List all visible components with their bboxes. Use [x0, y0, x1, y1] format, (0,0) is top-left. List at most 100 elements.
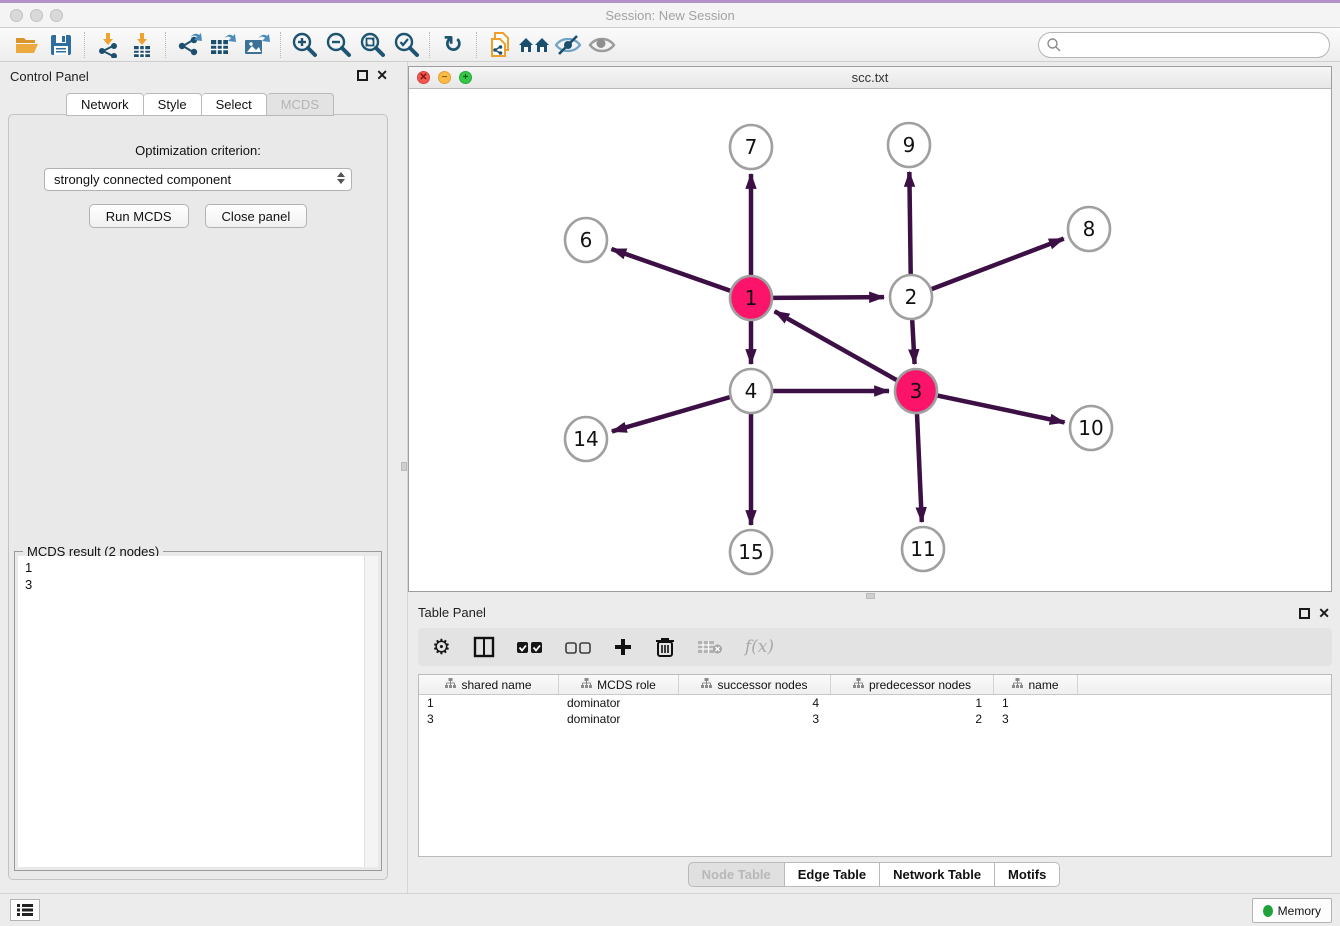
graph-edge-2-8[interactable] — [932, 239, 1064, 290]
close-panel-icon[interactable]: ✕ — [376, 67, 388, 84]
select-all-columns-icon[interactable] — [517, 634, 543, 660]
memory-button[interactable]: Memory — [1252, 898, 1332, 923]
table-cell[interactable]: 2 — [831, 711, 994, 727]
close-panel-button[interactable]: Close panel — [205, 204, 308, 228]
graph-node-9[interactable]: 9 — [888, 123, 930, 167]
table-row[interactable]: 1dominator411 — [419, 695, 1331, 711]
float-panel-icon[interactable] — [357, 70, 368, 81]
graph-edge-3-11[interactable] — [917, 413, 922, 522]
select-stepper-icon — [337, 172, 345, 184]
control-panel: Control Panel ✕ NetworkStyleSelectMCDS O… — [0, 62, 400, 893]
zoom-in-icon[interactable] — [287, 31, 321, 59]
table-cell[interactable]: 3 — [679, 711, 831, 727]
graph-edge-2-3[interactable] — [912, 319, 914, 364]
result-scrollbar[interactable] — [364, 556, 378, 867]
graph-node-4[interactable]: 4 — [730, 369, 772, 413]
column-header-name[interactable]: name — [994, 675, 1078, 694]
import-table-icon[interactable] — [125, 31, 159, 59]
zoom-fit-icon[interactable] — [355, 31, 389, 59]
table-cell[interactable]: 4 — [679, 695, 831, 711]
optimization-criterion-value: strongly connected component — [54, 172, 231, 187]
column-header-MCDS-role[interactable]: MCDS role — [559, 675, 679, 694]
zoom-selected-icon[interactable] — [389, 31, 423, 59]
svg-text:7: 7 — [745, 135, 758, 159]
refresh-view-icon[interactable]: ↻ — [436, 31, 470, 59]
deselect-all-columns-icon[interactable] — [565, 634, 591, 660]
flat-hierarchy-icon — [1012, 678, 1023, 692]
task-history-button[interactable] — [10, 899, 40, 921]
add-column-icon[interactable] — [613, 634, 633, 660]
tab-mcds[interactable]: MCDS — [267, 93, 334, 116]
graph-node-6[interactable]: 6 — [565, 218, 607, 262]
flat-hierarchy-icon — [581, 678, 592, 692]
tab-network-table[interactable]: Network Table — [880, 862, 995, 887]
graph-node-8[interactable]: 8 — [1068, 207, 1110, 251]
graph-edge-1-6[interactable] — [611, 249, 730, 291]
column-header-shared-name[interactable]: shared name — [419, 675, 559, 694]
graph-node-3[interactable]: 3 — [895, 369, 937, 413]
svg-text:15: 15 — [738, 540, 763, 564]
save-icon[interactable] — [44, 31, 78, 59]
table-cell[interactable]: 3 — [419, 711, 559, 727]
table-cell[interactable]: 3 — [994, 711, 1078, 727]
graph-edge-1-2[interactable] — [773, 297, 884, 298]
export-table-icon[interactable] — [206, 31, 240, 59]
svg-text:1: 1 — [745, 286, 758, 310]
tab-edge-table[interactable]: Edge Table — [785, 862, 880, 887]
column-header-predecessor-nodes[interactable]: predecessor nodes — [831, 675, 994, 694]
float-table-panel-icon[interactable] — [1299, 608, 1310, 619]
table-cell[interactable]: dominator — [559, 695, 679, 711]
network-view-window: ✕ − + scc.txt 1 2 3 4 6 7 8 9 10 11 — [408, 66, 1332, 592]
graph-node-10[interactable]: 10 — [1070, 406, 1112, 450]
graph-edge-3-10[interactable] — [938, 396, 1065, 423]
graph-node-11[interactable]: 11 — [902, 527, 944, 571]
column-header-successor-nodes[interactable]: successor nodes — [679, 675, 831, 694]
graph-edge-3-1[interactable] — [775, 311, 897, 380]
table-row[interactable]: 3dominator323 — [419, 711, 1331, 727]
delete-column-trash-icon[interactable] — [655, 634, 675, 660]
new-network-from-selection-icon[interactable] — [483, 31, 517, 59]
graph-edge-2-9[interactable] — [909, 172, 910, 275]
import-network-icon[interactable] — [91, 31, 125, 59]
table-options-gear-icon[interactable]: ⚙ — [432, 634, 451, 660]
export-network-icon[interactable] — [172, 31, 206, 59]
mcds-result-text[interactable]: 1 3 — [18, 556, 364, 867]
panel-splitter[interactable] — [400, 62, 408, 893]
split-columns-icon[interactable] — [473, 634, 495, 660]
show-all-eye-icon[interactable] — [585, 31, 619, 59]
zoom-out-icon[interactable] — [321, 31, 355, 59]
table-cell[interactable]: 1 — [419, 695, 559, 711]
network-canvas[interactable]: 1 2 3 4 6 7 8 9 10 11 14 15 — [409, 89, 1331, 591]
graph-node-15[interactable]: 15 — [730, 530, 772, 574]
tab-node-table[interactable]: Node Table — [688, 862, 785, 887]
svg-text:2: 2 — [905, 285, 918, 309]
table-cell[interactable]: 1 — [994, 695, 1078, 711]
search-input[interactable] — [1062, 35, 1329, 55]
table-cell[interactable]: dominator — [559, 711, 679, 727]
graph-node-1[interactable]: 1 — [730, 276, 772, 320]
network-window-titlebar[interactable]: ✕ − + scc.txt — [409, 67, 1331, 89]
tab-motifs[interactable]: Motifs — [995, 862, 1060, 887]
tab-network[interactable]: Network — [66, 93, 144, 116]
table-splitter-handle[interactable] — [866, 593, 875, 599]
optimization-criterion-select[interactable]: strongly connected component — [44, 168, 352, 191]
home-layout-icon[interactable] — [517, 31, 551, 59]
export-image-icon[interactable] — [240, 31, 274, 59]
hide-selected-eye-icon[interactable] — [551, 31, 585, 59]
graph-node-7[interactable]: 7 — [730, 125, 772, 169]
search-box[interactable] — [1038, 32, 1330, 58]
panel-splitter-handle[interactable] — [401, 462, 407, 471]
optimization-criterion-label: Optimization criterion: — [9, 143, 387, 158]
tab-style[interactable]: Style — [144, 93, 202, 116]
table-splitter[interactable] — [408, 592, 1340, 600]
node-table: shared nameMCDS rolesuccessor nodesprede… — [418, 674, 1332, 857]
close-table-panel-icon[interactable]: ✕ — [1318, 605, 1330, 622]
table-cell[interactable]: 1 — [831, 695, 994, 711]
run-mcds-button[interactable]: Run MCDS — [89, 204, 189, 228]
graph-node-14[interactable]: 14 — [565, 417, 607, 461]
tab-select[interactable]: Select — [202, 93, 267, 116]
graph-edge-4-14[interactable] — [612, 397, 730, 431]
open-file-icon[interactable] — [10, 31, 44, 59]
svg-text:9: 9 — [903, 133, 916, 157]
graph-node-2[interactable]: 2 — [890, 275, 932, 319]
